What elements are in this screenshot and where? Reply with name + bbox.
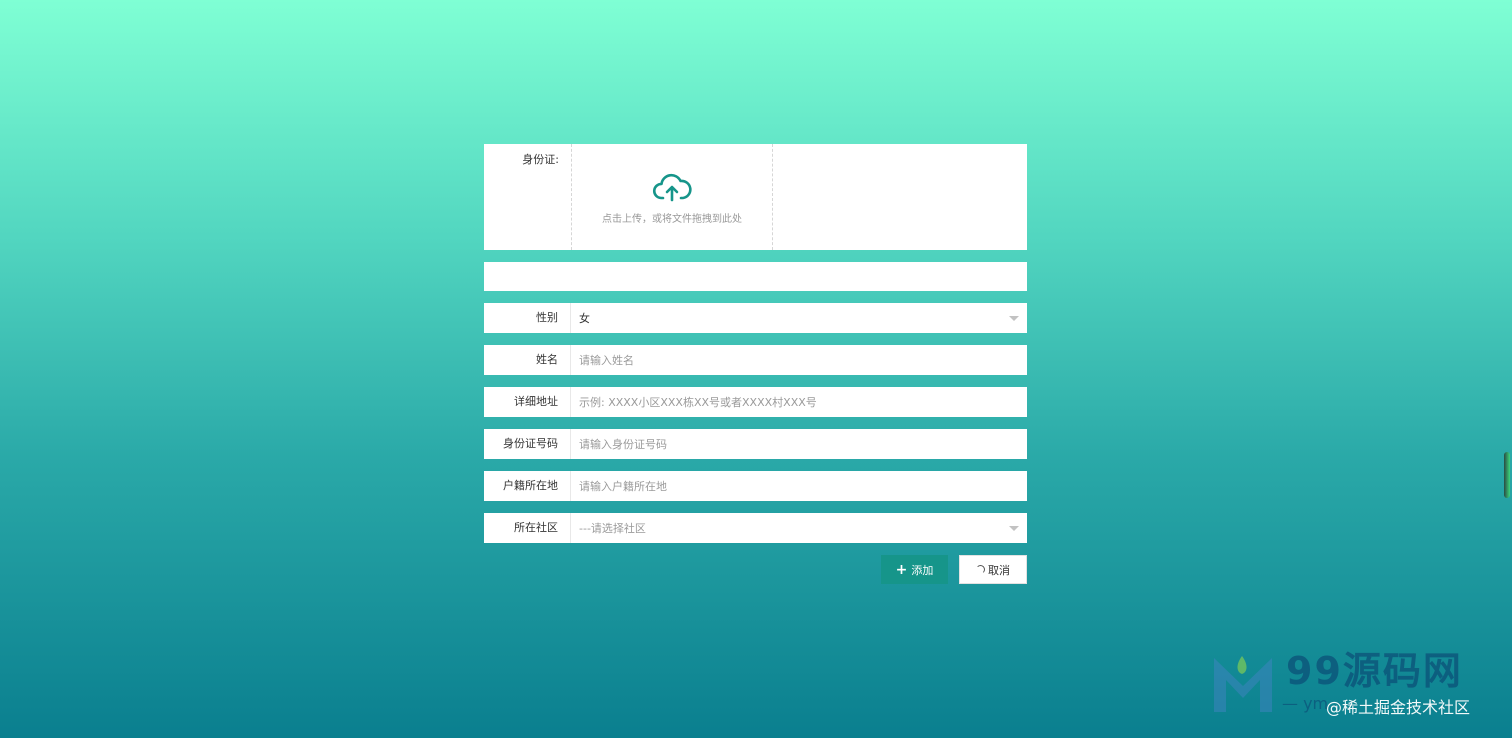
chevron-down-icon: [1009, 526, 1019, 531]
id-card-upload-dropzone[interactable]: 点击上传，或将文件拖拽到此处: [571, 144, 773, 250]
household-label: 户籍所在地: [484, 471, 571, 501]
community-select[interactable]: ---请选择社区: [571, 513, 1027, 543]
watermark-sub: — ym: [1282, 694, 1329, 713]
loading-spinner-icon: [976, 565, 985, 574]
household-input[interactable]: [579, 479, 1027, 493]
form-actions: + 添加 取消: [484, 555, 1027, 584]
name-input[interactable]: [579, 353, 1027, 367]
page-scrollbar-thumb[interactable]: [1504, 452, 1510, 498]
id-card-label: 身份证:: [522, 153, 559, 166]
add-button[interactable]: + 添加: [881, 555, 948, 584]
household-row: 户籍所在地: [484, 471, 1027, 501]
watermark-logo-icon: [1214, 656, 1272, 712]
chevron-down-icon: [1009, 316, 1019, 321]
id-card-upload-row: 身份证: 点击上传，或将文件拖拽到此处: [484, 144, 1027, 250]
upload-hint: 点击上传，或将文件拖拽到此处: [602, 213, 742, 225]
cancel-button[interactable]: 取消: [959, 555, 1027, 584]
address-input[interactable]: [579, 395, 1027, 409]
address-row: 详细地址: [484, 387, 1027, 417]
id-number-row: 身份证号码: [484, 429, 1027, 459]
community-placeholder: ---请选择社区: [579, 522, 646, 535]
name-label: 姓名: [484, 345, 571, 375]
watermark: 99源码网 — ym @稀土掘金技术社区: [1212, 632, 1502, 724]
gender-label: 性别: [484, 303, 571, 333]
add-button-label: 添加: [911, 563, 934, 577]
id-number-label: 身份证号码: [484, 429, 571, 459]
plus-icon: +: [895, 561, 908, 578]
watermark-credit: @稀土掘金技术社区: [1326, 698, 1471, 717]
name-field-wrap: [571, 345, 1027, 375]
watermark-title: 99源码网: [1286, 649, 1463, 693]
community-row: 所在社区 ---请选择社区: [484, 513, 1027, 543]
cancel-button-label: 取消: [988, 563, 1010, 577]
community-label: 所在社区: [484, 513, 571, 543]
cloud-upload-icon: [652, 173, 692, 201]
id-number-input[interactable]: [579, 437, 1027, 451]
address-field-wrap: [571, 387, 1027, 417]
name-row: 姓名: [484, 345, 1027, 375]
gender-selected-value: 女: [579, 312, 590, 325]
gender-select[interactable]: 女: [571, 303, 1027, 333]
blank-row: [484, 262, 1027, 291]
add-person-form: 身份证: 点击上传，或将文件拖拽到此处 性别 女 姓名 详细地址: [484, 144, 1027, 584]
household-field-wrap: [571, 471, 1027, 501]
address-label: 详细地址: [484, 387, 571, 417]
gender-row: 性别 女: [484, 303, 1027, 333]
id-number-field-wrap: [571, 429, 1027, 459]
